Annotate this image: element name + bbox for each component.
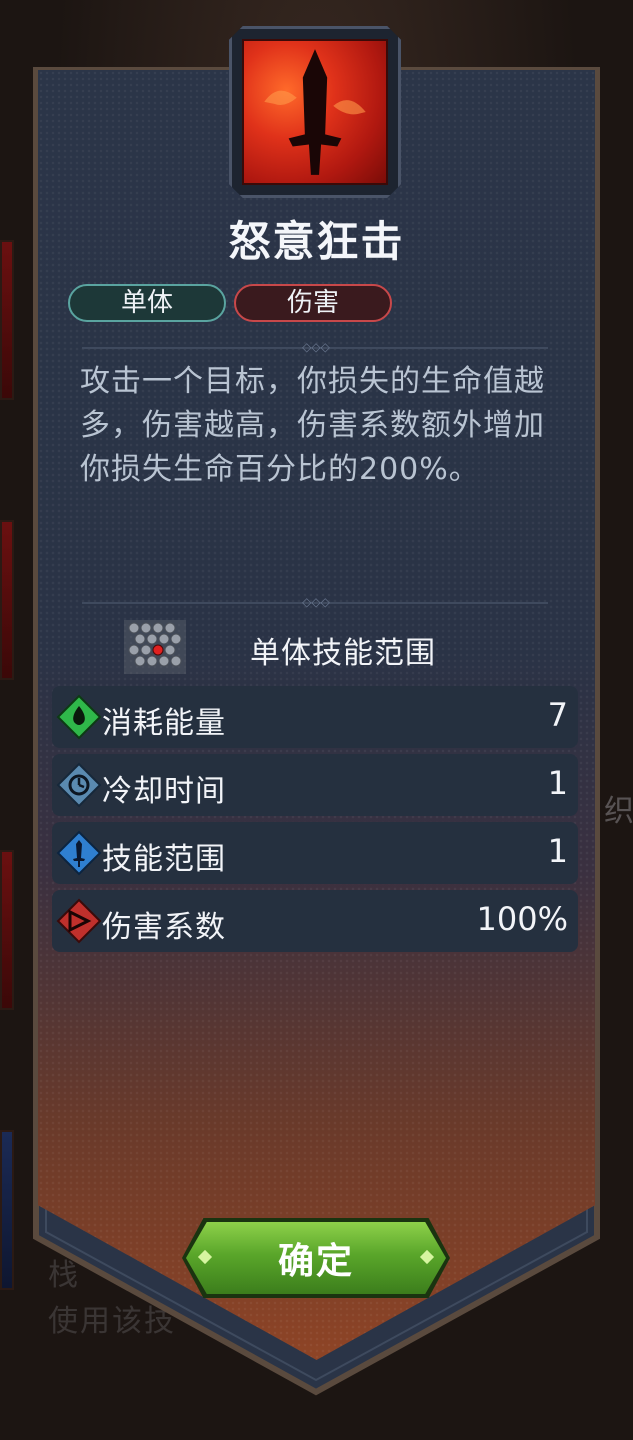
stat-row-cooldown: 冷却时间 1: [52, 754, 578, 816]
skill-range-label: 单体技能范围: [250, 636, 436, 671]
divider-ornament: ◇◇◇: [302, 340, 330, 354]
energy-drop-icon: [56, 694, 102, 740]
skill-title: 怒意狂击: [228, 217, 405, 266]
stat-label: 消耗能量: [102, 706, 226, 741]
skill-icon-frame: [229, 26, 401, 198]
divider-ornament: ◇◇◇: [302, 595, 330, 609]
stat-row-damage: 伤害系数 100%: [52, 890, 578, 952]
skill-range-row: 单体技能范围: [0, 620, 633, 676]
damage-arrow-icon: [56, 898, 102, 944]
skill-description: 攻击一个目标，你损失的生命值越多，伤害越高，伤害系数额外增加你损失生命百分比的2…: [80, 364, 545, 487]
confirm-button[interactable]: 确定: [186, 1222, 446, 1294]
hex-grid-icon: [124, 620, 186, 674]
background-card-edge: [0, 850, 14, 1010]
stat-label: 伤害系数: [102, 910, 226, 945]
stat-label: 冷却时间: [102, 774, 226, 809]
clock-icon: [56, 762, 102, 808]
stat-row-range: 技能范围 1: [52, 822, 578, 884]
tag-single-target: 单体: [68, 284, 226, 322]
stat-label: 技能范围: [102, 842, 226, 877]
stat-value: 7: [547, 696, 568, 734]
stat-value: 1: [547, 832, 568, 870]
tag-damage: 伤害: [234, 284, 392, 322]
stat-row-energy: 消耗能量 7: [52, 686, 578, 748]
sword-range-icon: [56, 830, 102, 876]
sword-flame-icon: [242, 39, 388, 185]
stat-value: 100%: [476, 900, 568, 938]
background-card-edge: [0, 1130, 14, 1290]
stat-value: 1: [547, 764, 568, 802]
